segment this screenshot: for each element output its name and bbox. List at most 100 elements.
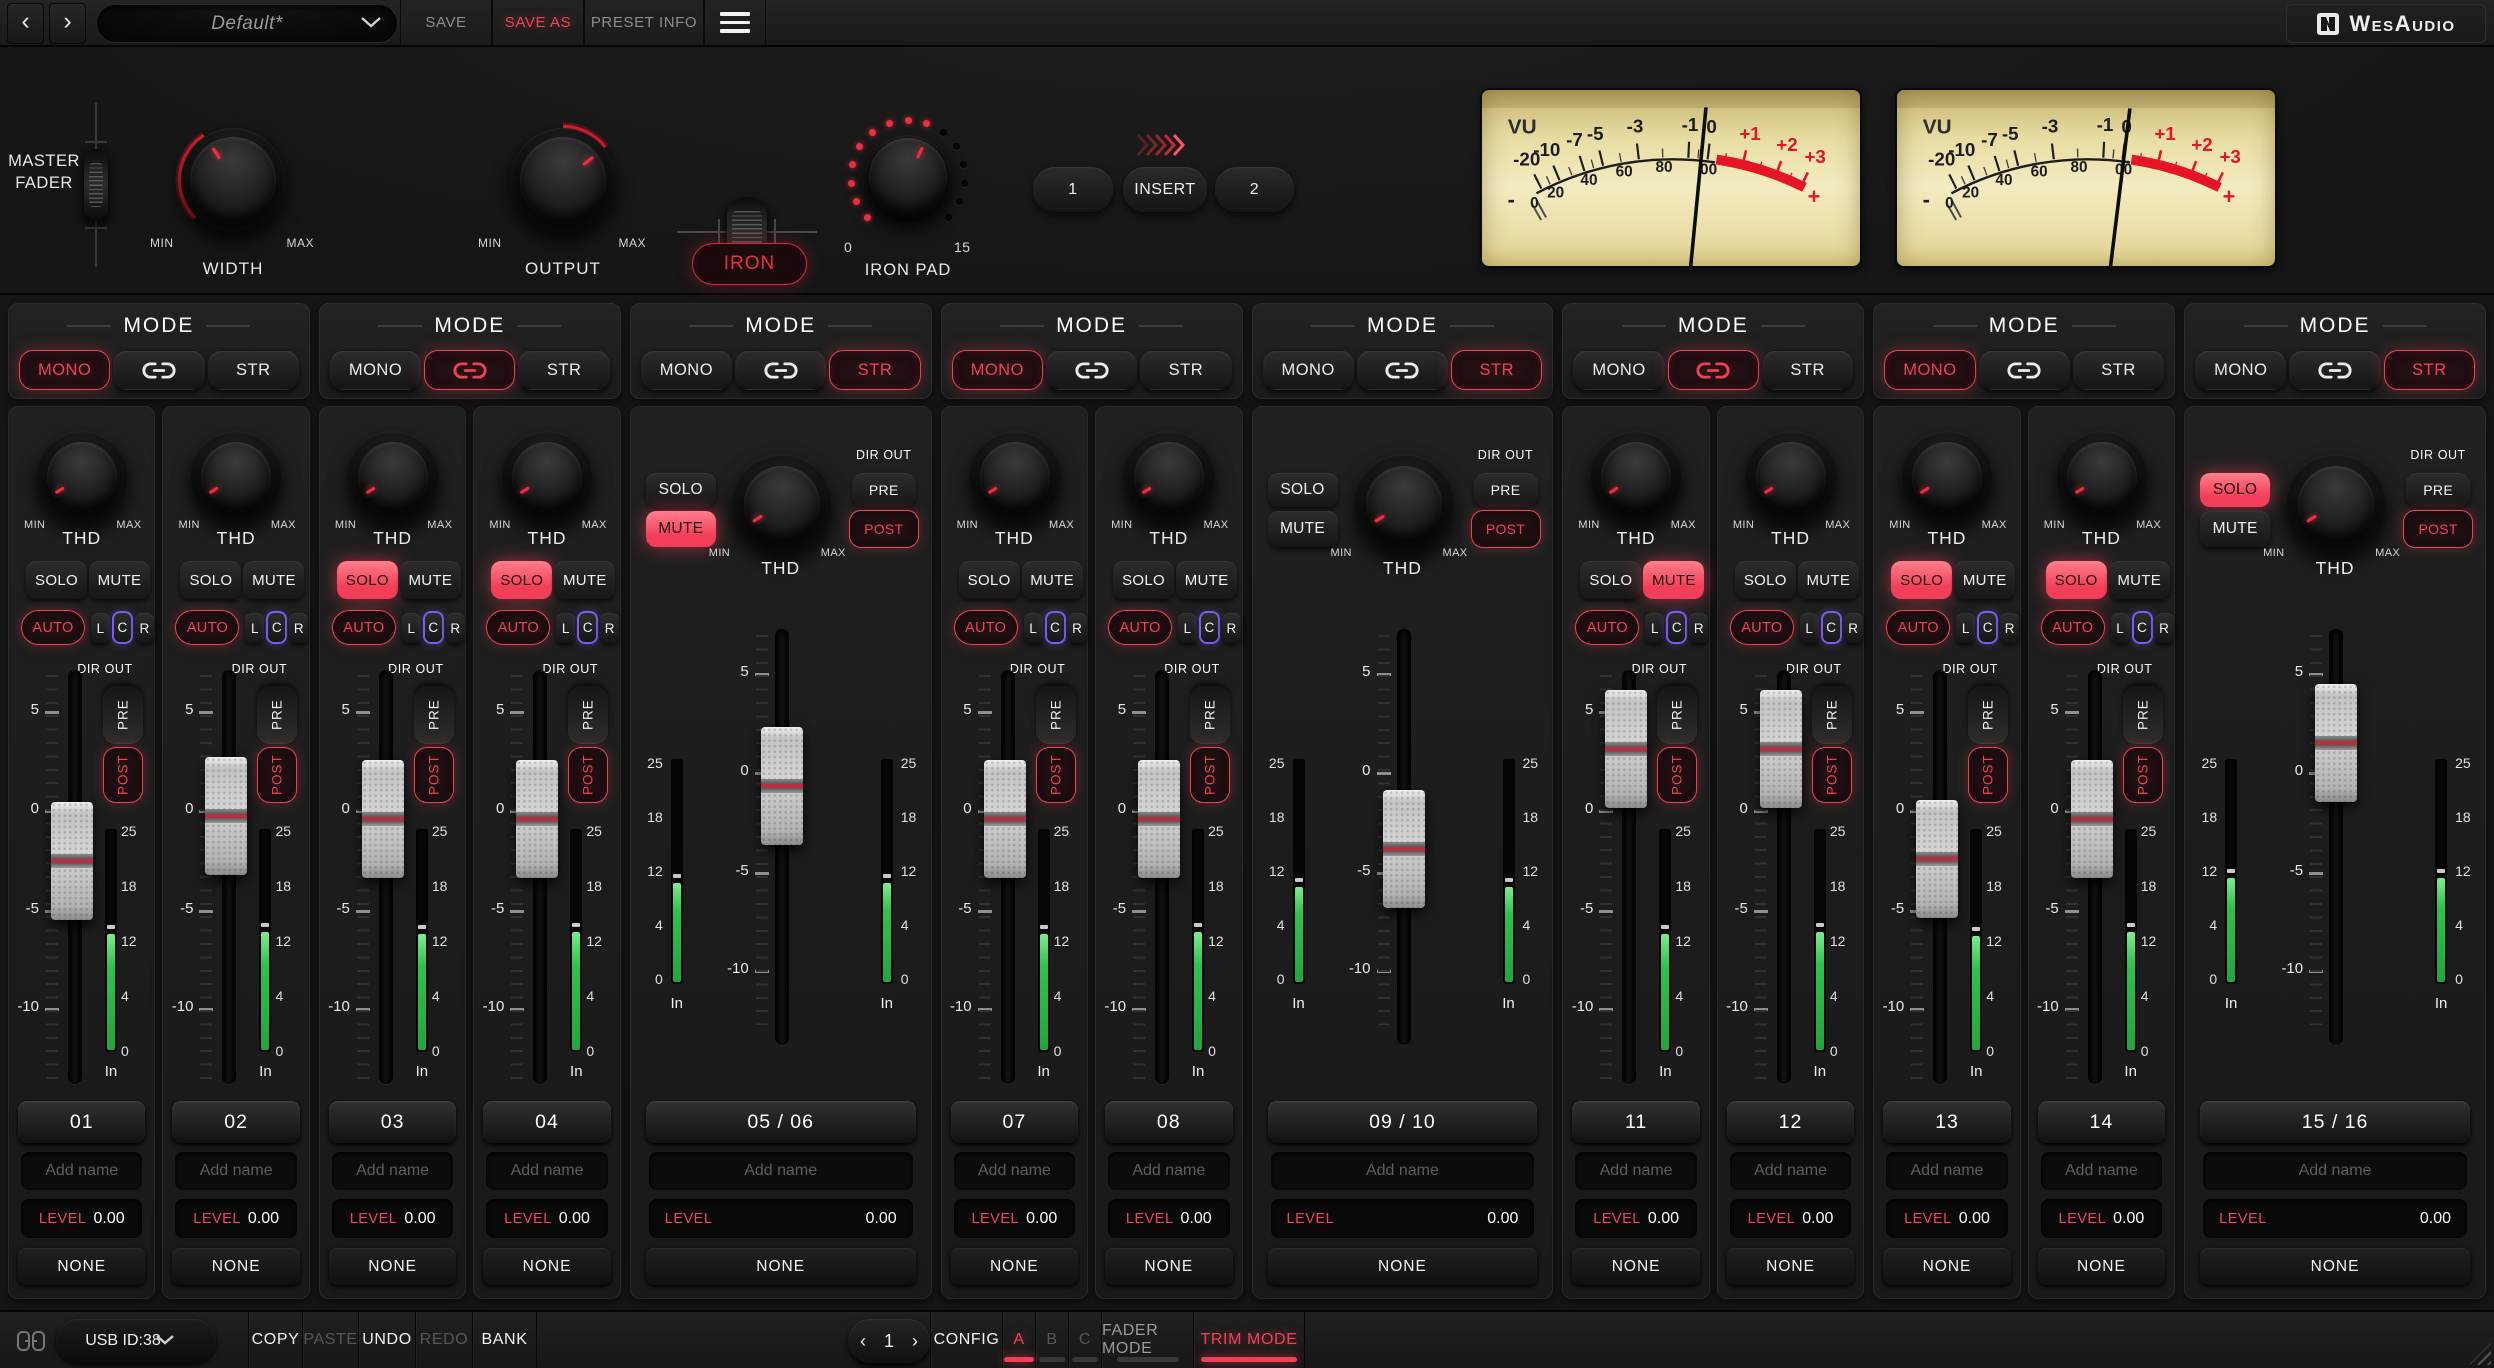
pan-right-button[interactable]: R [135, 613, 154, 643]
post-button[interactable]: POST [2123, 747, 2163, 803]
redo-button[interactable]: REDO [415, 1312, 472, 1368]
channel-route-button[interactable]: NONE [1105, 1248, 1232, 1285]
mode-mono-button[interactable]: MONO [1263, 350, 1354, 390]
channel-level[interactable]: LEVEL0.00 [486, 1199, 607, 1238]
thd-knob[interactable] [1899, 429, 1995, 525]
pre-button[interactable]: PRE [1036, 686, 1076, 744]
auto-button[interactable]: AUTO [486, 610, 550, 645]
save-button[interactable]: SAVE [400, 0, 492, 45]
pan-right-button[interactable]: R [2155, 613, 2174, 643]
post-button[interactable]: POST [1471, 510, 1541, 548]
mute-button[interactable]: MUTE [1022, 561, 1083, 599]
post-button[interactable]: POST [1036, 747, 1076, 803]
mode-link-button[interactable] [1046, 350, 1137, 390]
preset-selector[interactable]: Default* [96, 4, 398, 43]
channel-route-button[interactable]: NONE [1572, 1248, 1699, 1285]
mode-str-button[interactable]: STR [1762, 350, 1853, 390]
channel-level[interactable]: LEVEL0.00 [2041, 1199, 2162, 1238]
pan-center-button[interactable]: C [112, 611, 133, 644]
insert-2-button[interactable]: 2 [1215, 167, 1294, 212]
channel-name-input[interactable]: Add name [21, 1152, 142, 1190]
fader-mode-button[interactable]: FADER MODE [1101, 1312, 1193, 1368]
slot-a-button[interactable]: A [1002, 1312, 1035, 1368]
mode-str-button[interactable]: STR [1140, 350, 1231, 390]
fader-handle[interactable] [51, 802, 93, 920]
channel-route-button[interactable]: NONE [646, 1248, 916, 1285]
solo-button[interactable]: SOLO [1268, 473, 1338, 507]
auto-button[interactable]: AUTO [954, 610, 1018, 645]
preset-next-button[interactable]: › [49, 3, 86, 44]
channel-name-input[interactable]: Add name [2041, 1152, 2162, 1190]
channel-name-input[interactable]: Add name [1886, 1152, 2007, 1190]
pan-center-button[interactable]: C [266, 611, 287, 644]
channel-route-button[interactable]: NONE [1268, 1248, 1538, 1285]
mute-button[interactable]: MUTE [554, 561, 615, 599]
config-button[interactable]: CONFIG [930, 1312, 1002, 1368]
pan-right-button[interactable]: R [1844, 613, 1863, 643]
width-knob[interactable] [175, 122, 291, 238]
channel-name-input[interactable]: Add name [1730, 1152, 1851, 1190]
pre-button[interactable]: PRE [414, 686, 454, 744]
fader-handle[interactable] [205, 757, 247, 875]
mode-str-button[interactable]: STR [208, 350, 299, 390]
mode-mono-button[interactable]: MONO [952, 350, 1043, 390]
post-button[interactable]: POST [1812, 747, 1852, 803]
resize-grip[interactable] [2469, 1343, 2491, 1365]
thd-knob[interactable] [1588, 429, 1684, 525]
post-button[interactable]: POST [1657, 747, 1697, 803]
fader-handle[interactable] [1383, 790, 1425, 908]
pre-button[interactable]: PRE [2123, 686, 2163, 744]
mode-link-button[interactable] [735, 350, 826, 390]
fader-handle[interactable] [1760, 690, 1802, 808]
pan-center-button[interactable]: C [1977, 611, 1998, 644]
post-button[interactable]: POST [1190, 747, 1230, 803]
pre-button[interactable]: PRE [2406, 473, 2470, 507]
channel-level[interactable]: LEVEL0.00 [175, 1199, 296, 1238]
iron-button[interactable]: IRON [692, 243, 807, 285]
undo-button[interactable]: UNDO [358, 1312, 415, 1368]
solo-button[interactable]: SOLO [2046, 561, 2107, 599]
mode-mono-button[interactable]: MONO [2195, 350, 2286, 390]
pan-right-button[interactable]: R [1689, 613, 1708, 643]
solo-button[interactable]: SOLO [1580, 561, 1641, 599]
channel-level[interactable]: LEVEL0.00 [954, 1199, 1075, 1238]
channel-level[interactable]: LEVEL0.00 [21, 1199, 142, 1238]
fader-handle[interactable] [362, 760, 404, 878]
channel-name-input[interactable]: Add name [954, 1152, 1075, 1190]
pan-center-button[interactable]: C [423, 611, 444, 644]
mode-link-button[interactable] [113, 350, 204, 390]
post-button[interactable]: POST [2403, 510, 2473, 548]
mute-button[interactable]: MUTE [1798, 561, 1859, 599]
solo-button[interactable]: SOLO [26, 561, 87, 599]
channel-route-button[interactable]: NONE [483, 1248, 610, 1285]
pan-left-button[interactable]: L [1645, 613, 1664, 643]
thd-knob[interactable] [345, 429, 441, 525]
mode-link-button[interactable] [1979, 350, 2070, 390]
preset-prev-button[interactable]: ‹ [7, 3, 44, 44]
pan-left-button[interactable]: L [1800, 613, 1819, 643]
thd-knob[interactable] [1743, 429, 1839, 525]
preset-info-button[interactable]: PRESET INFO [584, 0, 704, 45]
solo-button[interactable]: SOLO [180, 561, 241, 599]
thd-knob[interactable] [2054, 429, 2150, 525]
insert-1-button[interactable]: 1 [1033, 167, 1113, 212]
pan-right-button[interactable]: R [446, 613, 465, 643]
pan-right-button[interactable]: R [289, 613, 308, 643]
fader-handle[interactable] [761, 727, 803, 845]
channel-level[interactable]: LEVEL0.00 [1575, 1199, 1696, 1238]
mute-button[interactable]: MUTE [1954, 561, 2015, 599]
pre-button[interactable]: PRE [257, 686, 297, 744]
mode-str-button[interactable]: STR [518, 350, 609, 390]
solo-button[interactable]: SOLO [491, 561, 552, 599]
thd-knob[interactable] [188, 429, 284, 525]
pan-right-button[interactable]: R [600, 613, 619, 643]
mode-mono-button[interactable]: MONO [1573, 350, 1664, 390]
post-button[interactable]: POST [257, 747, 297, 803]
fader-handle[interactable] [516, 760, 558, 878]
auto-button[interactable]: AUTO [175, 610, 239, 645]
mute-button[interactable]: MUTE [89, 561, 150, 599]
channel-name-input[interactable]: Add name [1271, 1152, 1535, 1190]
copy-button[interactable]: COPY [248, 1312, 302, 1368]
pre-button[interactable]: PRE [852, 473, 916, 507]
post-button[interactable]: POST [1968, 747, 2008, 803]
